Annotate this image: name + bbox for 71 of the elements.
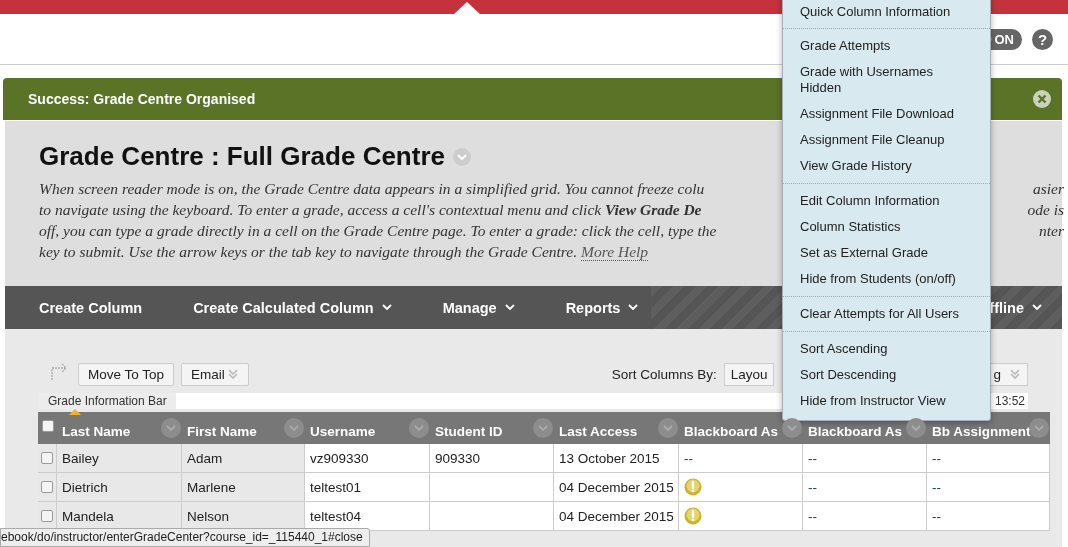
grade-cell[interactable] — [679, 502, 803, 531]
chevron-circle-icon[interactable] — [409, 418, 429, 438]
table-cell: Marlene — [182, 473, 305, 502]
row-checkbox[interactable] — [41, 452, 53, 464]
description-text: key to submit. Use the arrow keys or the tab key to navigate through the Grade Centre. More Help — [39, 242, 649, 262]
menu-item[interactable]: Column Statistics — [783, 214, 990, 240]
chevron-circle-icon[interactable] — [906, 418, 926, 438]
sort-dropdown[interactable]: Layou — [723, 362, 775, 386]
chevron-circle-icon[interactable] — [658, 418, 678, 438]
grade-cell[interactable]: -- — [927, 502, 1050, 531]
toolbar-menu[interactable]: ffline — [989, 286, 1042, 329]
timestamp: 13:52 — [994, 394, 1026, 408]
row-checkbox[interactable] — [41, 481, 53, 493]
description-text: nter — [1039, 221, 1064, 241]
table-cell: 04 December 2015 — [554, 473, 679, 502]
table-cell: 04 December 2015 — [554, 502, 679, 531]
exclamation-icon[interactable] — [684, 507, 702, 525]
table-cell: Bailey — [57, 444, 182, 473]
description-text: ode is — [1027, 200, 1064, 220]
table-cell: teltest01 — [305, 473, 430, 502]
menu-item[interactable]: Hide from Instructor View — [783, 388, 990, 414]
menu-item[interactable]: Quick Column Information — [783, 0, 990, 25]
grade-cell[interactable]: -- — [803, 473, 927, 502]
help-icon[interactable]: ? — [1032, 28, 1053, 50]
double-chevron-icon — [1009, 368, 1021, 380]
table-cell: teltest04 — [305, 502, 430, 531]
chevron-circle-icon[interactable] — [161, 418, 181, 438]
chevron-circle-icon[interactable] — [1029, 418, 1049, 438]
exclamation-icon[interactable] — [684, 478, 702, 496]
toolbar-menu[interactable]: Manage — [408, 286, 532, 329]
action-button[interactable]: Move To Top — [78, 362, 175, 386]
toolbar-menu[interactable]: Create Column — [5, 286, 160, 329]
table-cell: 909330 — [430, 444, 554, 473]
menu-item[interactable]: Assignment File Download — [783, 101, 990, 127]
status-url: ebook/do/instructor/enterGradeCenter?course_id=_115440_1#close — [0, 528, 370, 547]
toolbar-menu[interactable]: Reports — [531, 286, 656, 329]
chevron-circle-icon[interactable] — [284, 418, 304, 438]
close-icon[interactable] — [1032, 89, 1052, 109]
grade-cell[interactable]: -- — [679, 444, 803, 473]
menu-item[interactable]: Clear Attempts for All Users — [783, 301, 990, 327]
menu-item[interactable]: Grade with Usernames Hidden — [783, 59, 990, 101]
row-checkbox[interactable] — [41, 510, 53, 522]
chevron-circle-icon[interactable] — [533, 418, 553, 438]
menu-item[interactable]: View Grade History — [783, 153, 990, 179]
grade-cell[interactable] — [679, 473, 803, 502]
select-all-checkbox[interactable] — [41, 420, 54, 432]
menu-item[interactable]: Assignment File Cleanup — [783, 127, 990, 153]
menu-item[interactable]: Sort Ascending — [783, 336, 990, 362]
grade-information-bar: Grade Information Bar — [39, 393, 176, 409]
description-text: When screen reader mode is on, the Grade Centre data appears in a simplified grid. You cannot freeze colu — [39, 179, 705, 199]
more-help-link[interactable]: More Help — [581, 243, 649, 261]
grade-cell[interactable]: -- — [927, 473, 1050, 502]
sort-label: Sort Columns By: — [611, 366, 717, 382]
description-text: to navigate using the keyboard. To enter a grade, access a cell's contextual menu and click View Grade De — [39, 200, 702, 220]
menu-item[interactable]: Hide from Students (on/off) — [783, 266, 990, 292]
description-text: asier — [1033, 179, 1064, 199]
page-title: Grade Centre : Full Grade Centre — [39, 141, 445, 172]
table-cell: Adam — [182, 444, 305, 473]
toolbar-menu[interactable]: Create Calculated Column — [159, 286, 409, 329]
grade-cell[interactable]: -- — [803, 502, 927, 531]
table-cell: Dietrich — [57, 473, 182, 502]
table-cell: 13 October 2015 — [554, 444, 679, 473]
chevron-circle-icon[interactable] — [782, 418, 802, 438]
action-button[interactable]: Email — [181, 362, 249, 386]
description-text: off, you can type a grade directly in a cell on the Grade Centre page. To enter a grade: click the cell, type the — [39, 221, 717, 241]
grade-cell[interactable]: -- — [803, 444, 927, 473]
menu-item[interactable]: Set as External Grade — [783, 240, 990, 266]
grade-cell[interactable]: -- — [927, 444, 1050, 473]
table-cell: vz909330 — [305, 444, 430, 473]
success-message: Success: Grade Centre Organised — [28, 91, 256, 107]
menu-item[interactable]: Edit Column Information — [783, 188, 990, 214]
